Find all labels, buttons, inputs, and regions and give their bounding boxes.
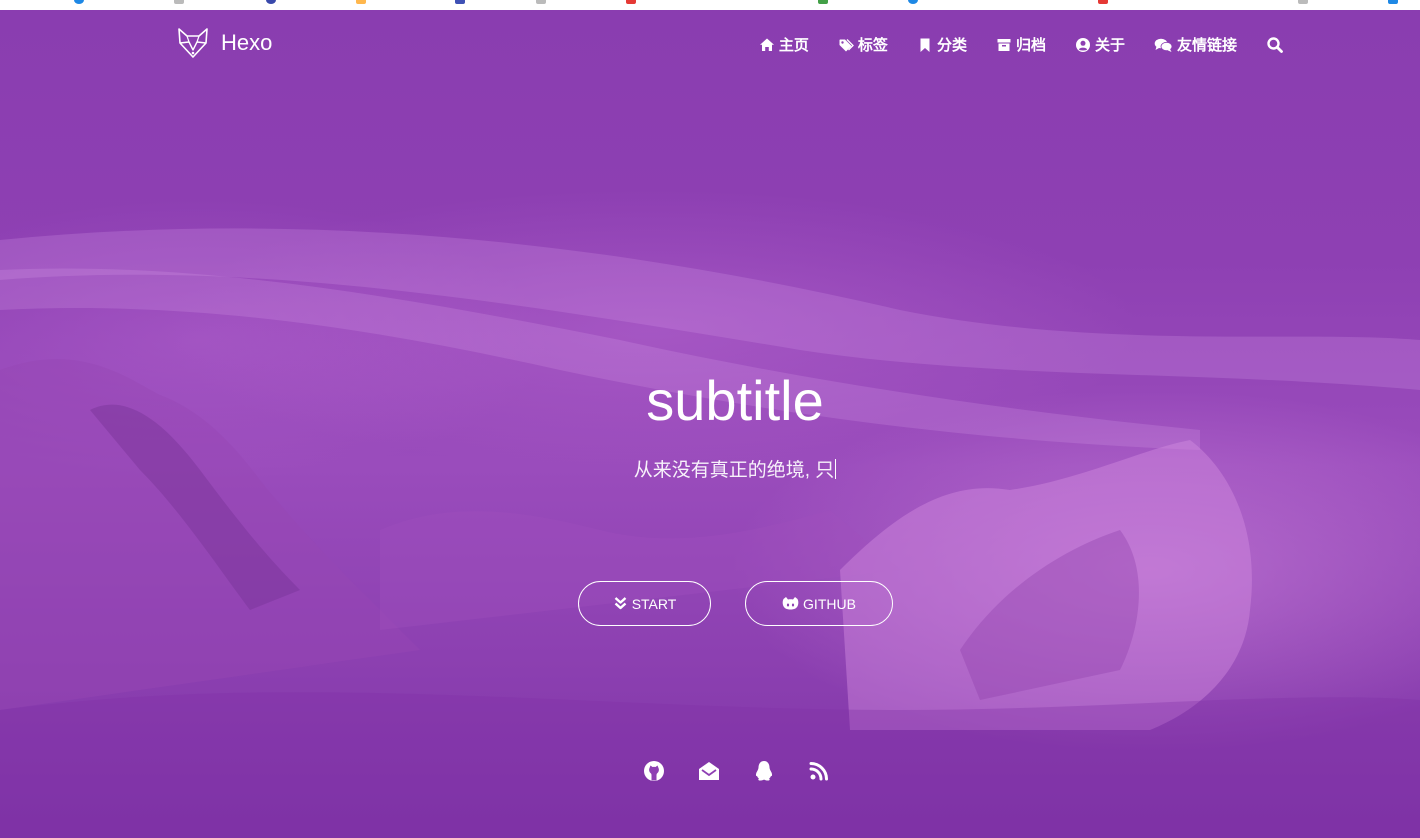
nav-item-archives[interactable]: 归档: [996, 34, 1046, 55]
bookmark-bar: [0, 0, 1420, 10]
bookmark-icon[interactable]: [1098, 0, 1108, 4]
nav-item-label: 关于: [1094, 37, 1125, 54]
bookmark-icon: [917, 37, 933, 53]
hero-title: subtitle: [646, 369, 824, 432]
tags-icon: [838, 37, 854, 53]
hero-subtitle: 从来没有真正的绝境, 只: [0, 455, 1420, 482]
nav-item-label: 友情链接: [1176, 37, 1237, 54]
github-alt-icon: [782, 596, 799, 611]
user-circle-icon: [1075, 37, 1091, 53]
nav-item-categories[interactable]: 分类: [917, 34, 967, 55]
home-icon: [759, 37, 775, 53]
typed-text: 从来没有真正的绝境, 只: [633, 460, 835, 481]
bookmark-icon[interactable]: [626, 0, 636, 4]
nav-item-label: 标签: [857, 37, 888, 54]
bookmark-icon[interactable]: [908, 0, 918, 4]
github-icon[interactable]: [643, 760, 665, 782]
search-icon[interactable]: [1266, 36, 1284, 54]
bookmark-icon[interactable]: [356, 0, 366, 4]
bookmark-icon[interactable]: [74, 0, 84, 4]
bookmark-icon[interactable]: [1298, 0, 1308, 4]
bookmark-icon[interactable]: [266, 0, 276, 4]
comments-icon: [1154, 37, 1173, 53]
start-button[interactable]: START: [578, 581, 711, 626]
bookmark-icon[interactable]: [455, 0, 465, 4]
start-button-label: START: [631, 595, 677, 612]
email-icon[interactable]: [698, 760, 720, 782]
bookmark-icon[interactable]: [174, 0, 184, 4]
main-nav: 主页 标签 分类 归档 关于 友情链接: [730, 34, 1284, 55]
brand-name: Hexo: [221, 30, 273, 55]
bookmark-icon[interactable]: [1388, 0, 1398, 4]
nav-item-home[interactable]: 主页: [759, 34, 809, 55]
qq-icon[interactable]: [753, 760, 775, 782]
github-button[interactable]: GITHUB: [745, 581, 893, 626]
nav-item-label: 归档: [1015, 37, 1046, 54]
social-links: [643, 760, 863, 782]
nav-item-label: 分类: [936, 37, 967, 54]
rss-icon[interactable]: [808, 760, 830, 782]
nav-item-tags[interactable]: 标签: [838, 34, 888, 55]
nav-item-about[interactable]: 关于: [1075, 34, 1125, 55]
navbar: Hexo 主页 标签 分类 归档 关于 友情链接: [0, 10, 1420, 80]
typing-cursor: [835, 459, 837, 479]
nav-item-label: 主页: [778, 37, 809, 54]
bookmark-icon[interactable]: [818, 0, 828, 4]
archive-icon: [996, 37, 1012, 53]
angle-double-down-icon: [613, 596, 628, 611]
bookmark-icon[interactable]: [536, 0, 546, 4]
brand-link[interactable]: Hexo: [176, 26, 272, 60]
fox-logo-icon: [176, 26, 210, 60]
nav-item-links[interactable]: 友情链接: [1154, 34, 1237, 55]
github-button-label: GITHUB: [803, 595, 856, 612]
